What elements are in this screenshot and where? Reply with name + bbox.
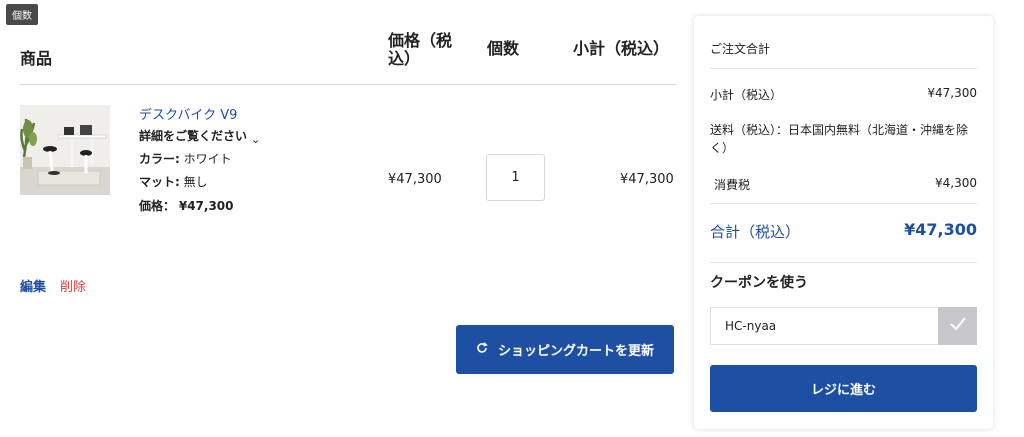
details-toggle[interactable]: 詳細をご覧ください ⌄ [139,127,261,146]
checkout-label: レジに進む [810,383,876,398]
line-subtotal: ¥47,300 [620,172,674,187]
summary-subtotal-label: 小計（税込） [710,88,783,102]
coupon-apply-button[interactable] [938,307,977,345]
attr-mat-value: 無し [183,175,208,189]
product-attr-mat: マット: 無し [139,173,208,190]
update-cart-button[interactable]: ショッピングカートを更新 [456,325,674,374]
check-icon [949,316,967,336]
summary-total-value: ¥47,300 [904,220,977,239]
product-attr-price: 価格： ¥47,300 [139,197,234,214]
product-attr-color: カラー: ホワイト [139,150,232,167]
summary-tax-value: ¥4,300 [935,176,977,190]
unit-price: ¥47,300 [388,172,442,187]
summary-shipping-label: 送料（税込）：日本国内無料（北海道・沖縄を除く） [710,123,969,155]
summary-divider [710,203,977,204]
product-name-link[interactable]: デスクバイク V9 [139,104,237,123]
summary-tax-label: 消費税 [714,178,751,192]
refresh-icon [476,341,488,358]
summary-divider [710,262,977,263]
delete-link[interactable]: 削除 [60,276,86,295]
product-image[interactable] [20,105,110,195]
tooltip: 個数 [6,4,38,25]
attr-color-label: カラー: [139,152,180,166]
column-header-subtotal: 小計（税込） [573,39,670,58]
attr-price-label: 価格： [139,199,176,213]
edit-link[interactable]: 編集 [20,276,46,295]
update-cart-label: ショッピングカートを更新 [497,344,654,359]
order-summary-panel: ご注文合計 小計（税込） ¥47,300 送料（税込）：日本国内無料（北海道・沖… [694,16,993,429]
summary-total-label: 合計（税込） [710,223,801,241]
summary-title: ご注文合計 [710,42,771,56]
attr-mat-label: マット: [139,175,180,189]
attr-color-value: ホワイト [183,152,232,166]
checkout-button[interactable]: レジに進む [710,365,977,412]
column-header-product: 商品 [20,49,53,68]
details-toggle-label: 詳細をご覧ください [139,129,248,143]
attr-price-value: ¥47,300 [178,199,234,213]
summary-divider [710,68,977,69]
coupon-code-input[interactable]: HC-nyaa [710,307,938,345]
column-header-price: 価格（税込） [388,31,453,69]
header-divider [20,84,676,85]
chevron-down-icon: ⌄ [251,133,261,146]
summary-subtotal-value: ¥47,300 [927,86,977,100]
column-header-qty: 個数 [487,39,520,58]
quantity-input[interactable]: 1 [486,154,545,201]
coupon-title: クーポンを使う [710,275,808,291]
